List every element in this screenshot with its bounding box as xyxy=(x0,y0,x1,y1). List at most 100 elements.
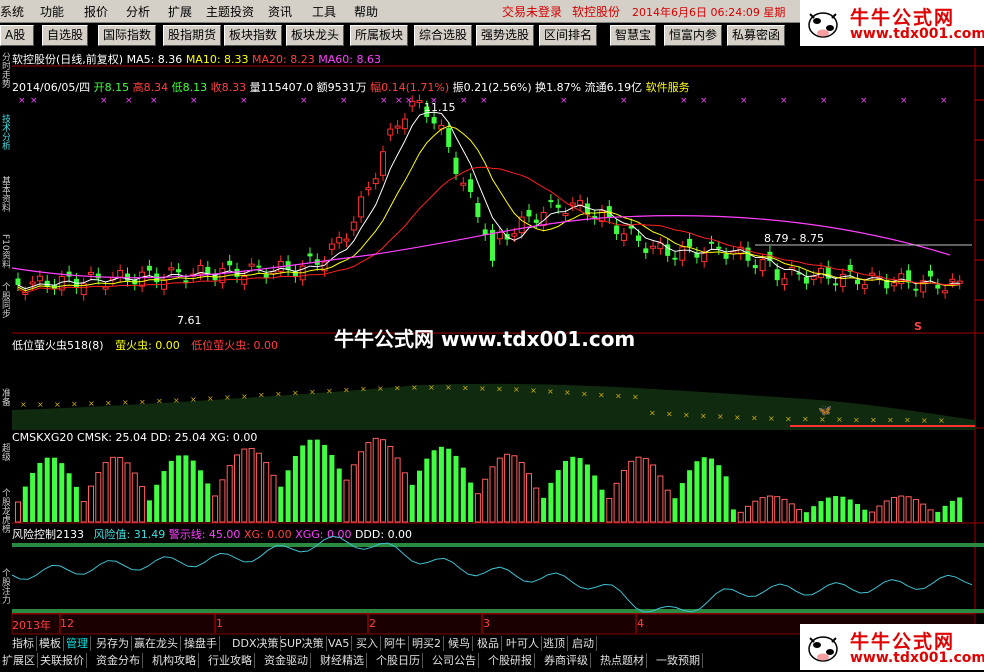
cmsk-bar xyxy=(518,461,525,523)
indicator-tab[interactable]: 管理 xyxy=(64,636,91,651)
firefly-marker: × xyxy=(173,396,180,405)
candle-body xyxy=(636,235,641,241)
firefly-marker: × xyxy=(802,415,809,424)
firefly-marker: × xyxy=(105,399,112,408)
cmsk-bar xyxy=(957,497,963,522)
extension-tab[interactable]: 扩展区 xyxy=(0,653,38,668)
cmsk-bar xyxy=(66,473,72,522)
candle-body xyxy=(36,275,43,282)
risk-line xyxy=(11,535,973,613)
candle-body xyxy=(95,273,101,279)
extension-tab[interactable]: 个股研报 xyxy=(486,653,535,668)
extension-tab[interactable]: 关联报价 xyxy=(38,653,87,668)
indicator-tab[interactable]: 买入 xyxy=(354,636,381,651)
cmsk-bar xyxy=(869,511,876,523)
signal-marker: × xyxy=(340,96,348,106)
cmsk-bar xyxy=(730,509,736,522)
cmsk-bar xyxy=(95,472,102,523)
firefly-marker: × xyxy=(394,383,401,392)
signal-marker: × xyxy=(240,96,248,106)
indicator-tab[interactable]: 逃顶 xyxy=(541,636,568,651)
extension-tab[interactable]: 机构攻略 xyxy=(150,653,199,668)
indicator-tab[interactable]: DDX决策 xyxy=(230,636,282,651)
cmsk-bar xyxy=(22,486,28,522)
candle-body xyxy=(949,278,956,283)
firefly-marker: × xyxy=(564,388,571,397)
butterfly-icon: 🦋 xyxy=(818,404,832,417)
indicator-tab[interactable]: 另存为 xyxy=(94,636,132,651)
firefly-marker: × xyxy=(547,387,554,396)
cmsk-bar xyxy=(37,462,43,522)
cmsk-bar xyxy=(752,500,759,523)
signal-marker: × xyxy=(860,96,868,106)
indicator-tab[interactable]: 明买2 xyxy=(410,636,444,651)
extension-tab[interactable]: 资金驱动 xyxy=(262,653,311,668)
candle-body xyxy=(650,245,657,249)
extension-tab[interactable]: 财经精选 xyxy=(318,653,367,668)
cmsk-bar xyxy=(577,458,583,522)
cmsk-bar xyxy=(679,483,685,522)
cmsk-bar xyxy=(504,453,511,523)
cmsk-bar xyxy=(365,442,372,523)
indicator-tab[interactable]: 候鸟 xyxy=(446,636,473,651)
extension-tab[interactable]: 行业攻略 xyxy=(206,653,255,668)
cmsk-bar xyxy=(766,495,773,523)
max-price-label: 11.15 xyxy=(424,101,456,114)
cmsk-bar xyxy=(701,457,707,522)
firefly-marker: × xyxy=(921,416,928,425)
indicator-tab[interactable]: 阿牛 xyxy=(382,636,409,651)
cmsk-bar xyxy=(183,455,189,522)
candle-body xyxy=(343,238,350,242)
candle-body xyxy=(511,233,518,237)
signal-marker: × xyxy=(190,96,198,106)
site-logo-bottom: 牛牛公式网 www.tdx001.com xyxy=(800,624,984,670)
cmsk-bar xyxy=(109,456,116,523)
candle-body xyxy=(759,258,766,272)
cmsk-bar xyxy=(234,454,240,523)
firefly-marker: × xyxy=(275,390,282,399)
indicator-tab[interactable]: 启动 xyxy=(570,636,597,651)
firefly-marker: × xyxy=(632,393,639,402)
extension-tab[interactable]: 券商评级 xyxy=(542,653,591,668)
candle-body xyxy=(475,203,481,218)
candle-body xyxy=(935,284,941,289)
candle-body xyxy=(643,248,649,253)
candle-body xyxy=(555,204,561,208)
indicator-tab[interactable]: 极品 xyxy=(475,636,502,651)
signal-marker: × xyxy=(18,96,26,106)
indicator-tab[interactable]: 操盘手 xyxy=(182,636,220,651)
indicator-tab[interactable]: 赢在龙头 xyxy=(132,636,181,651)
indicator-tab[interactable]: SUP决策 xyxy=(278,636,327,651)
indicator-tab[interactable]: VA5 xyxy=(326,636,353,651)
cmsk-bar xyxy=(723,476,729,522)
cmsk-bar xyxy=(642,457,649,523)
cmsk-bar xyxy=(117,456,124,523)
cmsk-bar xyxy=(394,457,401,523)
extension-tab[interactable]: 资金分布 xyxy=(94,653,143,668)
cmsk-bar xyxy=(920,503,927,523)
time-label-mar: 3 xyxy=(483,617,490,630)
candle-body xyxy=(526,210,532,217)
firefly-marker: × xyxy=(462,383,469,392)
firefly-marker: × xyxy=(309,387,316,396)
time-label-apr: 4 xyxy=(637,617,644,630)
firefly-marker: × xyxy=(241,392,248,401)
indicator-tab[interactable]: 模板 xyxy=(37,636,64,651)
extension-tab[interactable]: 公司公告 xyxy=(430,653,479,668)
cmsk-bar xyxy=(424,458,430,522)
extension-tab[interactable]: 个股日历 xyxy=(374,653,423,668)
firefly-marker: × xyxy=(768,414,775,423)
candle-body xyxy=(620,233,627,241)
extension-tab[interactable]: 热点题材 xyxy=(598,653,647,668)
indicator-tab[interactable]: 指标 xyxy=(10,636,37,651)
extension-tab[interactable]: 一致预期 xyxy=(654,653,703,668)
candle-body xyxy=(102,286,109,290)
cmsk-bar xyxy=(606,497,613,523)
cmsk-bar xyxy=(30,473,36,522)
signal-marker: × xyxy=(620,96,628,106)
candle-body xyxy=(490,229,495,261)
cmsk-bar xyxy=(387,445,394,523)
candle-body xyxy=(176,269,182,273)
indicator-tab[interactable]: 叶可人 xyxy=(504,636,542,651)
firefly-marker: × xyxy=(836,415,843,424)
